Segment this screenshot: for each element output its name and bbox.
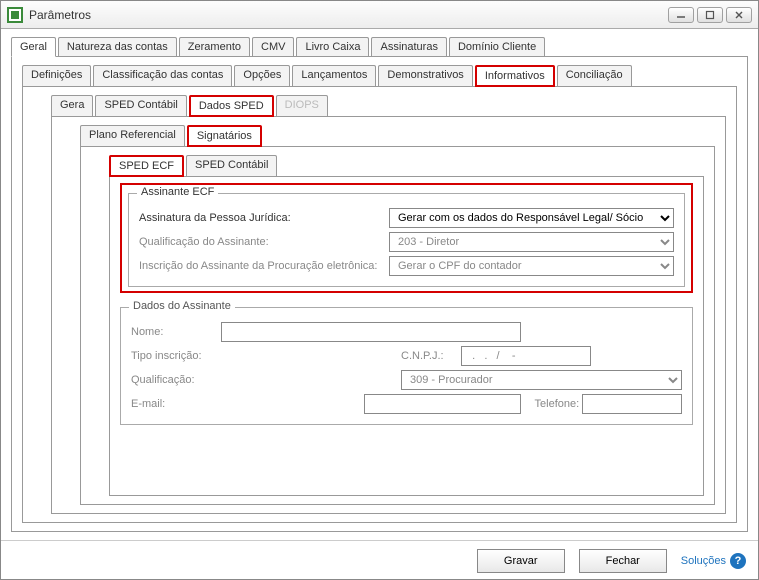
gravar-button[interactable]: Gravar bbox=[477, 549, 565, 573]
tab-assinaturas[interactable]: Assinaturas bbox=[371, 37, 446, 56]
tab-plano-referencial[interactable]: Plano Referencial bbox=[80, 125, 185, 146]
email-input[interactable] bbox=[364, 394, 521, 414]
tab-sped-ecf[interactable]: SPED ECF bbox=[109, 155, 184, 177]
inscricao-assinante-select[interactable]: Gerar o CPF do contador bbox=[389, 256, 674, 276]
top-tabs: Geral Natureza das contas Zeramento CMV … bbox=[11, 37, 748, 56]
tab-lancamentos[interactable]: Lançamentos bbox=[292, 65, 376, 86]
qualificacao-label: Qualificação: bbox=[131, 374, 221, 386]
qualificacao-assinante-select[interactable]: 203 - Diretor bbox=[389, 232, 674, 252]
nome-input[interactable] bbox=[221, 322, 521, 342]
email-label: E-mail: bbox=[131, 398, 209, 410]
tab-classificacao-contas[interactable]: Classificação das contas bbox=[93, 65, 232, 86]
app-icon bbox=[7, 7, 23, 23]
assinatura-pj-label: Assinatura da Pessoa Jurídica: bbox=[139, 212, 389, 224]
tab-dados-sped[interactable]: Dados SPED bbox=[189, 95, 274, 117]
minimize-button[interactable] bbox=[668, 7, 694, 23]
nome-label: Nome: bbox=[131, 326, 221, 338]
cnpj-label: C.N.P.J.: bbox=[401, 350, 461, 362]
sub-tabs: Definições Classificação das contas Opçõ… bbox=[22, 65, 737, 86]
titlebar: Parâmetros bbox=[1, 1, 758, 29]
tipo-inscricao-label: Tipo inscrição: bbox=[131, 350, 221, 362]
tab-demonstrativos[interactable]: Demonstrativos bbox=[378, 65, 472, 86]
tab-natureza-contas[interactable]: Natureza das contas bbox=[58, 37, 177, 56]
inscricao-assinante-label: Inscrição do Assinante da Procuração ele… bbox=[139, 260, 389, 272]
cnpj-input[interactable] bbox=[461, 346, 591, 366]
assinatura-pj-select[interactable]: Gerar com os dados do Responsável Legal/… bbox=[389, 208, 674, 228]
tab-sped-contabil-l3[interactable]: SPED Contábil bbox=[95, 95, 186, 116]
group-assinante-ecf: Assinante ECF Assinatura da Pessoa Juríd… bbox=[128, 193, 685, 287]
close-button[interactable] bbox=[726, 7, 752, 23]
lvl3-tabs: Gera SPED Contábil Dados SPED DIOPS bbox=[51, 95, 726, 116]
tab-cmv[interactable]: CMV bbox=[252, 37, 294, 56]
tab-signatarios[interactable]: Signatários bbox=[187, 125, 262, 147]
tab-informativos[interactable]: Informativos bbox=[475, 65, 555, 87]
bottom-bar: Gravar Fechar Soluções ? bbox=[1, 540, 758, 579]
tab-dominio-cliente[interactable]: Domínio Cliente bbox=[449, 37, 545, 56]
lvl4-tabs: Plano Referencial Signatários bbox=[80, 125, 715, 146]
solucoes-link[interactable]: Soluções ? bbox=[681, 553, 746, 569]
telefone-label: Telefone: bbox=[535, 398, 582, 410]
telefone-input[interactable] bbox=[582, 394, 682, 414]
tab-definicoes[interactable]: Definições bbox=[22, 65, 91, 86]
qualificacao-assinante-label: Qualificação do Assinante: bbox=[139, 236, 389, 248]
tab-zeramento[interactable]: Zeramento bbox=[179, 37, 250, 56]
help-icon: ? bbox=[730, 553, 746, 569]
qualificacao-select[interactable]: 309 - Procurador bbox=[401, 370, 682, 390]
highlight-assinante-ecf: Assinante ECF Assinatura da Pessoa Juríd… bbox=[120, 183, 693, 293]
group-assinante-ecf-legend: Assinante ECF bbox=[137, 186, 218, 198]
tab-conciliacao[interactable]: Conciliação bbox=[557, 65, 632, 86]
tab-gera[interactable]: Gera bbox=[51, 95, 93, 116]
tab-sped-contabil-l5[interactable]: SPED Contábil bbox=[186, 155, 277, 176]
tab-livro-caixa[interactable]: Livro Caixa bbox=[296, 37, 369, 56]
solucoes-label: Soluções bbox=[681, 555, 726, 567]
fechar-button[interactable]: Fechar bbox=[579, 549, 667, 573]
group-dados-assinante: Dados do Assinante Nome: Tipo inscrição: bbox=[120, 307, 693, 425]
tab-opcoes[interactable]: Opções bbox=[234, 65, 290, 86]
tab-diops: DIOPS bbox=[276, 95, 328, 116]
lvl5-tabs: SPED ECF SPED Contábil bbox=[109, 155, 704, 176]
group-dados-assinante-legend: Dados do Assinante bbox=[129, 300, 235, 312]
window-title: Parâmetros bbox=[29, 8, 668, 22]
tab-geral[interactable]: Geral bbox=[11, 37, 56, 57]
maximize-button[interactable] bbox=[697, 7, 723, 23]
